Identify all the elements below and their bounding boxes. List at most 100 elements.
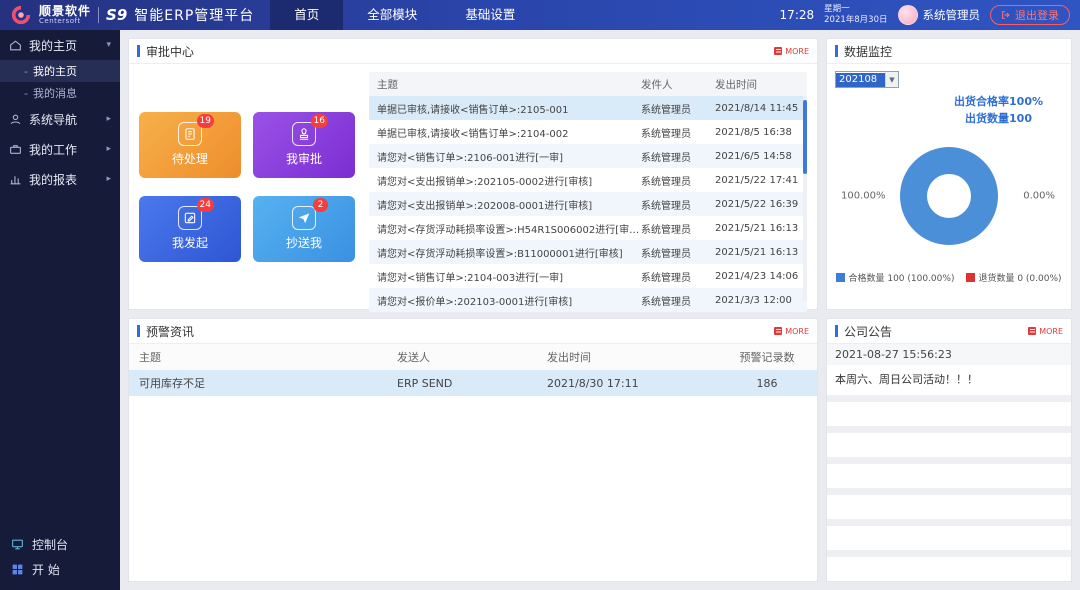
console-button[interactable]: 控制台 [0, 532, 120, 557]
nav-home[interactable]: 首页 [270, 0, 343, 30]
more-icon [774, 327, 782, 335]
user-name: 系统管理员 [923, 7, 981, 23]
warning-table-header: 主题 发送人 发出时间 预警记录数 [129, 344, 817, 370]
sidebar-group-my-reports[interactable]: 我的报表 ▸ [0, 164, 120, 194]
announcement-more-link[interactable]: MORE [1028, 327, 1063, 336]
approval-row[interactable]: 请您对<销售订单>:2106-001进行[一审] 系统管理员 2021/6/5 … [369, 144, 807, 168]
cc-count-badge: 2 [313, 198, 328, 212]
briefcase-icon [9, 143, 22, 156]
user-box[interactable]: 系统管理员 [898, 5, 981, 25]
legend-qualified: 合格数量 100 (100.00%) [836, 271, 954, 284]
row-sender: 系统管理员 [641, 221, 715, 236]
row-time: 2021/8/14 11:45 [715, 103, 807, 114]
app-title: 智能ERP管理平台 [134, 5, 254, 25]
tile-cc-to-me[interactable]: 2 抄送我 [253, 196, 355, 262]
more-label: MORE [785, 47, 809, 56]
approval-row[interactable]: 请您对<存货浮动耗损率设置>:B11000001进行[审核] 系统管理员 202… [369, 240, 807, 264]
sidebar-group-my-work[interactable]: 我的工作 ▸ [0, 134, 120, 164]
top-bar: 顺景软件 Centersoft S9 智能ERP管理平台 首页 全部模块 基础设… [0, 0, 1080, 30]
tile-pending[interactable]: 19 待处理 [139, 112, 241, 178]
warning-row[interactable]: 可用库存不足 ERP SEND 2021/8/30 17:11 186 [129, 370, 817, 396]
more-icon [1028, 327, 1036, 335]
top-right-area: 17:28 星期一 2021年8月30日 系统管理员 退出登录 [780, 4, 1080, 27]
approval-row[interactable]: 请您对<报价单>:202103-0001进行[审核] 系统管理员 2021/3/… [369, 288, 807, 312]
approval-row[interactable]: 请您对<销售订单>:2104-003进行[一审] 系统管理员 2021/4/23… [369, 264, 807, 288]
warning-table: 主题 发送人 发出时间 预警记录数 可用库存不足 ERP SEND 2021/8… [129, 344, 817, 396]
sidebar-group-my-home[interactable]: 我的主页 ▾ [0, 30, 120, 60]
chart-left-label: 100.00% [841, 191, 886, 202]
row-sender: 系统管理员 [641, 293, 715, 308]
row-sender: ERP SEND [397, 377, 547, 390]
col-sent-time: 发出时间 [547, 349, 717, 365]
tile-my-approvals[interactable]: 16 我审批 [253, 112, 355, 178]
approval-row[interactable]: 请您对<支出报销单>:202008-0001进行[审核] 系统管理员 2021/… [369, 192, 807, 216]
shipment-qty-stat: 出货数量100 [954, 111, 1043, 128]
shipment-donut-chart [900, 147, 998, 245]
weekday-label: 星期一 [824, 4, 887, 15]
sidebar-group-system-nav[interactable]: 系统导航 ▸ [0, 104, 120, 134]
brand-name: 顺景软件 [39, 5, 91, 18]
approval-row[interactable]: 单据已审核,请接收<销售订单>:2104-002 系统管理员 2021/8/5 … [369, 120, 807, 144]
row-subject: 单据已审核,请接收<销售订单>:2104-002 [369, 125, 641, 140]
nav-basic-settings[interactable]: 基础设置 [441, 0, 539, 30]
approval-table-body: 单据已审核,请接收<销售订单>:2105-001 系统管理员 2021/8/14… [369, 96, 807, 312]
monitor-panel-title: 数据监控 [844, 43, 892, 60]
approval-panel-body: 19 待处理 16 我审批 [129, 64, 817, 309]
monitor-panel-body: 202108 ▼ 出货合格率100% 出货数量100 100.00% 0.00%… [827, 64, 1071, 309]
tile-label: 我发起 [172, 234, 208, 251]
tile-label: 待处理 [172, 150, 208, 167]
clipboard-icon: 19 [178, 122, 202, 146]
shipment-stats: 出货合格率100% 出货数量100 [954, 94, 1043, 127]
approval-more-link[interactable]: MORE [774, 47, 809, 56]
console-icon [11, 538, 24, 551]
shipment-chart-area: 100.00% 0.00% [835, 133, 1063, 259]
row-time: 2021/5/21 16:13 [715, 223, 807, 234]
approval-panel-title: 审批中心 [146, 43, 194, 60]
row-time: 2021/8/5 16:38 [715, 127, 807, 138]
title-accent-bar [137, 325, 140, 337]
edit-icon: 24 [178, 206, 202, 230]
approval-row[interactable]: 请您对<存货浮动耗损率设置>:H54R1S006002进行[审核] 系统管理员 … [369, 216, 807, 240]
sidebar-bottom: 控制台 开 始 [0, 532, 120, 582]
tile-initiated-by-me[interactable]: 24 我发起 [139, 196, 241, 262]
pending-count-badge: 19 [197, 114, 214, 128]
period-select[interactable]: 202108 ▼ [835, 71, 899, 88]
clock: 17:28 [780, 8, 815, 22]
monitor-panel-header: 数据监控 [827, 39, 1071, 64]
approval-center-panel: 审批中心 MORE 19 待处理 [128, 38, 818, 310]
announcement-item[interactable]: 2021-08-27 15:56:23 本周六、周日公司活动！！！ [827, 344, 1071, 395]
row-subject: 可用库存不足 [129, 375, 397, 391]
user-icon [9, 113, 22, 126]
approval-row[interactable]: 请您对<支出报销单>:202105-0002进行[审核] 系统管理员 2021/… [369, 168, 807, 192]
more-label: MORE [1039, 327, 1063, 336]
home-icon [9, 39, 22, 52]
chevron-right-icon: ▸ [106, 144, 111, 154]
title-accent-bar [835, 325, 838, 337]
date-box: 星期一 2021年8月30日 [824, 4, 887, 27]
approval-row[interactable]: 单据已审核,请接收<销售订单>:2105-001 系统管理员 2021/8/14… [369, 96, 807, 120]
row-sender: 系统管理员 [641, 101, 715, 116]
legend-returned: 退货数量 0 (0.00%) [966, 271, 1061, 284]
row-subject: 请您对<存货浮动耗损率设置>:H54R1S006002进行[审核] [369, 221, 641, 236]
col-sent-time: 发出时间 [715, 77, 807, 92]
legend-blue-swatch [836, 273, 845, 282]
announcement-time: 2021-08-27 15:56:23 [827, 344, 1071, 365]
row-sender: 系统管理员 [641, 269, 715, 284]
user-avatar[interactable] [898, 5, 918, 25]
approval-panel-header: 审批中心 MORE [129, 39, 817, 64]
announcement-panel: 公司公告 MORE 2021-08-27 15:56:23 本周六、周日公司活动… [826, 318, 1072, 582]
row-sender: 系统管理员 [641, 245, 715, 260]
warning-more-link[interactable]: MORE [774, 327, 809, 336]
sidebar-item-my-home[interactable]: 我的主页 [0, 60, 120, 82]
title-accent-bar [137, 45, 140, 57]
sidebar-group-label: 我的主页 [29, 37, 77, 54]
table-scrollbar-thumb[interactable] [803, 100, 807, 174]
start-button[interactable]: 开 始 [0, 557, 120, 582]
logout-button[interactable]: 退出登录 [990, 5, 1070, 25]
row-time: 2021/8/30 17:11 [547, 377, 717, 390]
data-monitor-panel: 数据监控 202108 ▼ 出货合格率100% 出货数量100 100.00% … [826, 38, 1072, 310]
sidebar-item-my-messages[interactable]: 我的消息 [0, 82, 120, 104]
title-accent-bar [835, 45, 838, 57]
nav-all-modules[interactable]: 全部模块 [343, 0, 441, 30]
legend-label: 退货数量 0 (0.00%) [978, 274, 1061, 284]
